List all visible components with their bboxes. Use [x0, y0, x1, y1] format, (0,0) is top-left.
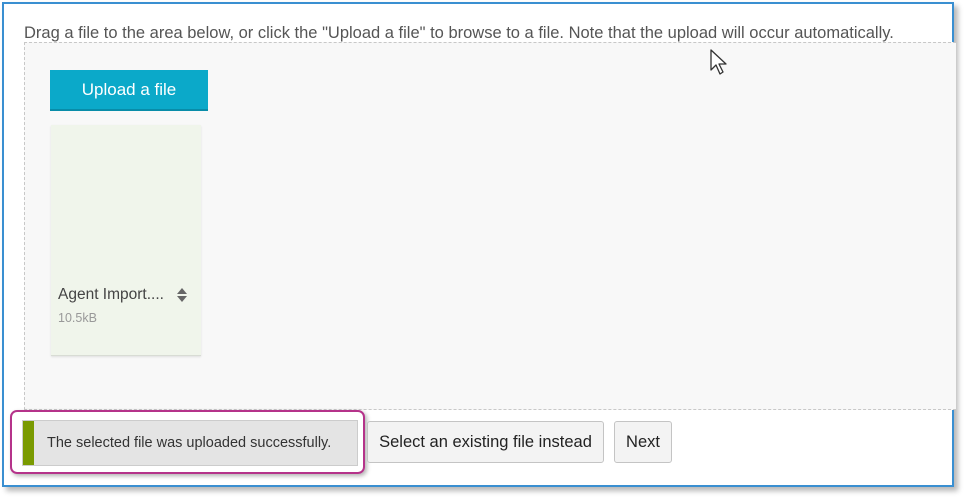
status-success-bar: [23, 421, 34, 465]
file-name: Agent Import....: [58, 286, 164, 303]
status-message: The selected file was uploaded successfu…: [47, 435, 332, 451]
mouse-cursor-icon: [710, 49, 727, 75]
file-drop-zone[interactable]: Upload a file Agent Import.... 10.5kB: [24, 42, 956, 410]
file-size: 10.5kB: [58, 311, 97, 325]
next-button[interactable]: Next: [614, 421, 672, 463]
instructions-text: Drag a file to the area below, or click …: [24, 24, 894, 42]
upload-file-button[interactable]: Upload a file: [50, 70, 208, 111]
sort-icon[interactable]: [177, 288, 187, 302]
select-existing-file-button[interactable]: Select an existing file instead: [367, 421, 604, 463]
status-message-box: The selected file was uploaded successfu…: [22, 420, 358, 466]
status-highlight: The selected file was uploaded successfu…: [10, 410, 365, 474]
uploaded-file-card[interactable]: Agent Import.... 10.5kB: [51, 125, 201, 356]
